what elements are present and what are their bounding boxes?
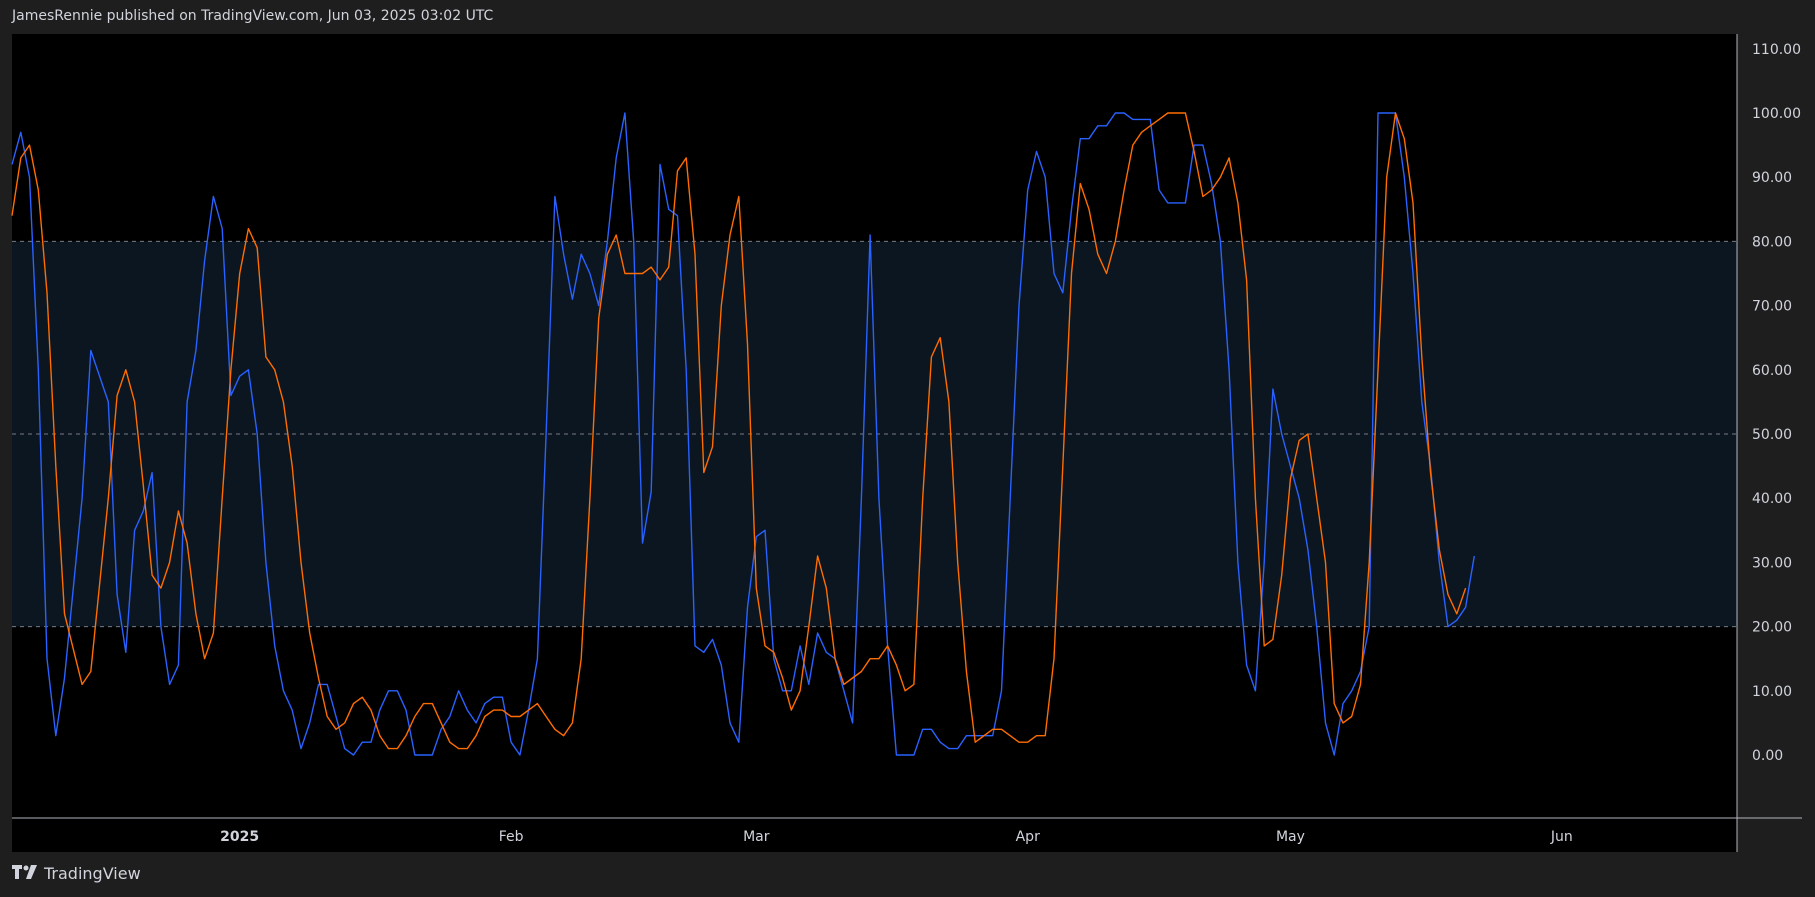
- x-tick-label: Feb: [499, 829, 524, 845]
- y-tick-label: 30.00: [1752, 555, 1792, 571]
- y-tick-label: 50.00: [1752, 427, 1792, 443]
- x-tick-label: Jun: [1550, 829, 1573, 845]
- y-tick-label: 110.00: [1752, 42, 1801, 58]
- y-tick-label: 40.00: [1752, 491, 1792, 507]
- x-tick-label: May: [1276, 829, 1305, 845]
- tradingview-logo-icon: [12, 864, 38, 883]
- y-tick-label: 100.00: [1752, 106, 1801, 122]
- x-tick-label: 2025: [220, 829, 259, 845]
- stochastic-chart[interactable]: 110.00 100.00 90.00 80.00 70.00 60.00 50.00 40.…: [0, 0, 1815, 897]
- y-tick-label: 10.00: [1752, 684, 1792, 700]
- x-tick-label: Apr: [1016, 829, 1040, 845]
- y-tick-label: 20.00: [1752, 620, 1792, 636]
- brand-name: TradingView: [44, 864, 141, 883]
- y-tick-label: 70.00: [1752, 299, 1792, 315]
- y-tick-label: 60.00: [1752, 363, 1792, 379]
- y-tick-label: 0.00: [1752, 748, 1783, 764]
- y-tick-label: 80.00: [1752, 234, 1792, 250]
- x-tick-label: Mar: [743, 829, 770, 845]
- y-tick-label: 90.00: [1752, 170, 1792, 186]
- footer: TradingView: [12, 864, 141, 883]
